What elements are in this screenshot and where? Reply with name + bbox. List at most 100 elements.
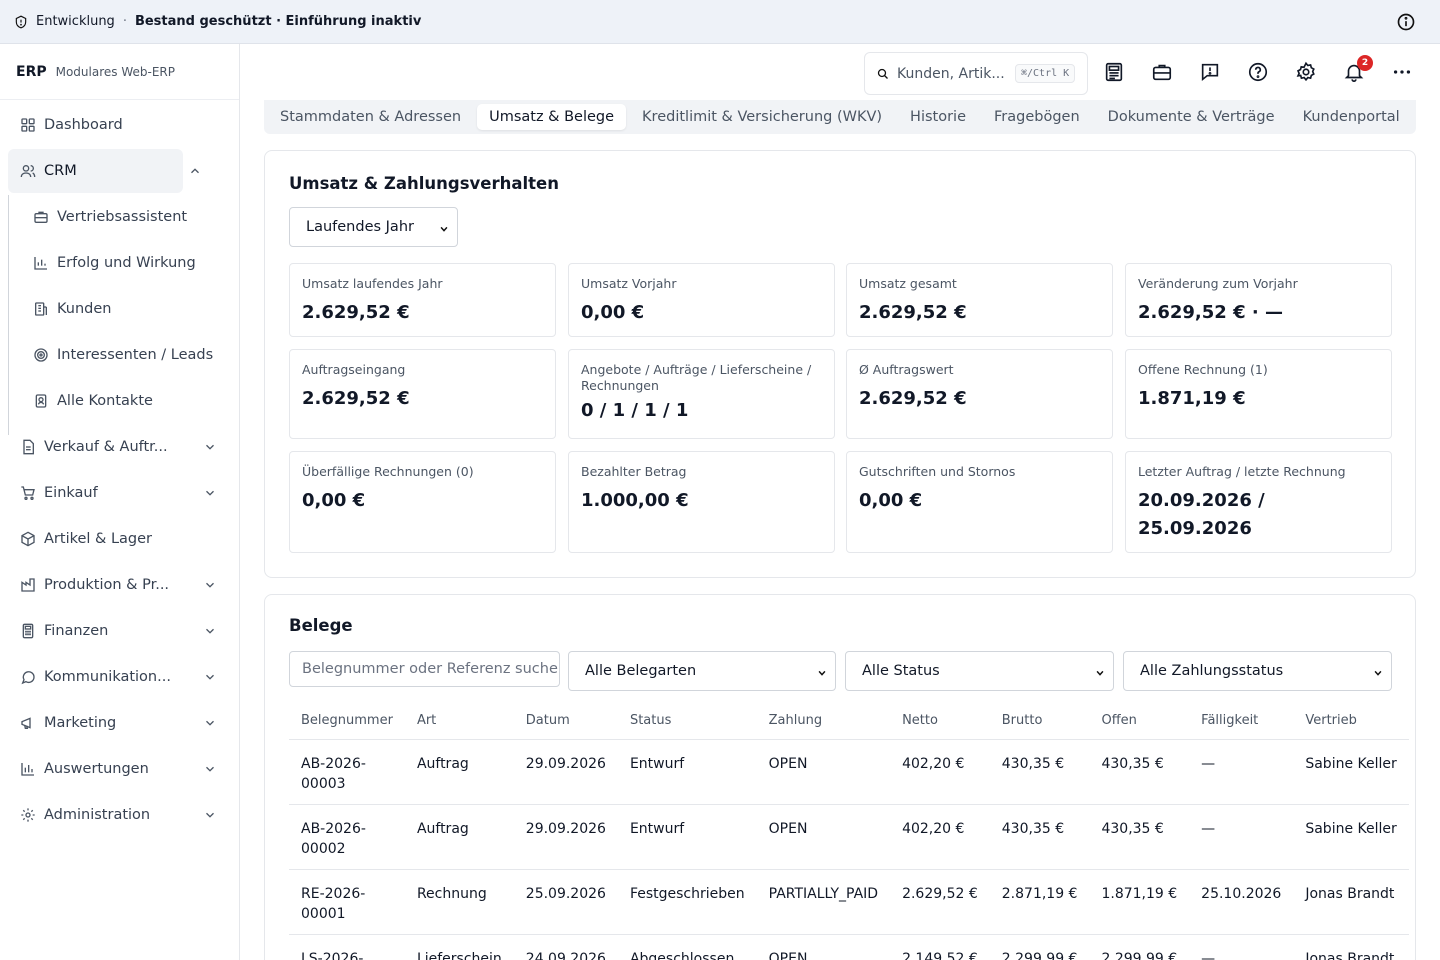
- sidebar-item-einkauf[interactable]: Einkauf: [8, 471, 231, 515]
- kpi-label: Umsatz gesamt: [859, 276, 957, 291]
- info-icon[interactable]: [1396, 12, 1416, 32]
- cell-due: 25.10.2026: [1189, 869, 1294, 935]
- chevron-down-icon[interactable]: [203, 486, 217, 500]
- cell-status: Entwurf: [617, 804, 757, 870]
- help-icon[interactable]: [1247, 61, 1269, 83]
- customer-tabs: Stammdaten & Adressen Umsatz & Belege Kr…: [264, 100, 1416, 134]
- kpi-value: 2.629,52 €: [859, 302, 967, 323]
- sidebar-item-kontakte[interactable]: Alle Kontakte: [21, 379, 231, 423]
- chevron-down-icon[interactable]: [203, 578, 217, 592]
- search-placeholder[interactable]: Kunden, Artik...: [897, 66, 1009, 82]
- cell-date: 24.09.2026: [513, 934, 618, 960]
- settings-icon[interactable]: [1295, 61, 1317, 83]
- chevron-down-icon[interactable]: [203, 716, 217, 730]
- sidebar-item-marketing[interactable]: Marketing: [8, 701, 231, 745]
- cell-sales-rep: Jonas Brandt: [1293, 934, 1409, 960]
- sidebar-item-dashboard[interactable]: Dashboard: [8, 103, 231, 147]
- documents-card: Belege Belegnummer oder Referenz suchen …: [264, 594, 1416, 960]
- sidebar-item-erfolg[interactable]: Erfolg und Wirkung: [21, 241, 231, 285]
- cell-document-number[interactable]: AB-2026-00002: [289, 804, 405, 870]
- main-nav: Dashboard CRM Vertriebsassistent Erfolg …: [0, 101, 239, 839]
- newspaper-icon[interactable]: [1103, 61, 1125, 83]
- chevron-down-icon[interactable]: [203, 624, 217, 638]
- tab-kreditlimit[interactable]: Kreditlimit & Versicherung (WKV): [630, 104, 894, 130]
- cell-type: Rechnung: [404, 869, 514, 935]
- cell-payment: OPEN: [756, 739, 891, 805]
- column-header[interactable]: Art: [404, 703, 514, 740]
- sidebar-item-artikel[interactable]: Artikel & Lager: [8, 517, 231, 561]
- tab-umsatz[interactable]: Umsatz & Belege: [477, 104, 627, 130]
- sidebar-item-kommunikation[interactable]: Kommunikation...: [8, 655, 231, 699]
- sidebar-item-verkauf[interactable]: Verkauf & Auftr...: [8, 425, 231, 469]
- sidebar-item-produktion[interactable]: Produktion & Pr...: [8, 563, 231, 607]
- shield-icon: [14, 15, 28, 29]
- column-header[interactable]: Datum: [513, 703, 618, 740]
- document-search-input[interactable]: Belegnummer oder Referenz suchen: [289, 651, 560, 687]
- kpi-card: Umsatz Vorjahr 0,00 €: [568, 263, 835, 337]
- tab-frageboegen[interactable]: Fragebögen: [982, 104, 1092, 130]
- chevron-down-icon[interactable]: [203, 440, 217, 454]
- document-status-select[interactable]: Alle Status: [845, 651, 1114, 691]
- table-row[interactable]: AB-2026-00003 Auftrag 29.09.2026 Entwurf…: [289, 739, 1409, 805]
- kpi-label: Letzter Auftrag / letzte Rechnung: [1138, 464, 1346, 479]
- section-title: Belege: [289, 616, 353, 635]
- column-header[interactable]: Offen: [1089, 703, 1190, 740]
- tab-dokumente[interactable]: Dokumente & Verträge: [1096, 104, 1287, 130]
- column-header[interactable]: Vertrieb: [1293, 703, 1409, 740]
- more-icon[interactable]: [1391, 61, 1413, 83]
- sidebar-item-label: Artikel & Lager: [44, 531, 152, 547]
- sidebar-item-label: Kommunikation...: [44, 669, 171, 685]
- cell-document-number[interactable]: LS-2026-00001: [289, 934, 405, 960]
- table-row[interactable]: RE-2026-00001 Rechnung 25.09.2026 Festge…: [289, 869, 1409, 935]
- sidebar-item-administration[interactable]: Administration: [8, 793, 231, 837]
- column-header[interactable]: Netto: [890, 703, 990, 740]
- cell-payment: OPEN: [756, 804, 891, 870]
- tab-stammdaten[interactable]: Stammdaten & Adressen: [268, 104, 473, 130]
- separator: ·: [122, 14, 127, 29]
- column-header[interactable]: Belegnummer: [289, 703, 405, 740]
- table-row[interactable]: AB-2026-00002 Auftrag 29.09.2026 Entwurf…: [289, 804, 1409, 870]
- table-header: Belegnummer Art Datum Status Zahlung Net…: [289, 703, 1409, 740]
- sidebar-item-kunden[interactable]: Kunden: [21, 287, 231, 331]
- chevron-down-icon[interactable]: [203, 762, 217, 776]
- cell-document-number[interactable]: AB-2026-00003: [289, 739, 405, 805]
- bar-chart-icon: [20, 761, 36, 777]
- global-search[interactable]: Kunden, Artik... ⌘/Ctrl K: [864, 52, 1088, 95]
- column-header[interactable]: Fälligkeit: [1189, 703, 1294, 740]
- sidebar-item-crm[interactable]: CRM: [8, 149, 199, 193]
- payment-status-select[interactable]: Alle Zahlungsstatus: [1123, 651, 1392, 691]
- tab-kundenportal[interactable]: Kundenportal: [1291, 104, 1412, 130]
- period-select[interactable]: Laufendes Jahr: [289, 207, 458, 247]
- document-type-select[interactable]: Alle Belegarten: [568, 651, 836, 691]
- sidebar-item-label: Verkauf & Auftr...: [44, 439, 168, 455]
- kpi-card: Offene Rechnung (1) 1.871,19 €: [1125, 349, 1392, 439]
- column-header[interactable]: Brutto: [989, 703, 1090, 740]
- revenue-card: Umsatz & Zahlungsverhalten Laufendes Jah…: [264, 150, 1416, 578]
- target-icon: [33, 347, 49, 363]
- cell-document-number[interactable]: RE-2026-00001: [289, 869, 405, 935]
- sidebar-item-vertriebsassistent[interactable]: Vertriebsassistent: [21, 195, 231, 239]
- sidebar-item-leads[interactable]: Interessenten / Leads: [21, 333, 231, 377]
- kpi-value: 0,00 €: [859, 490, 923, 511]
- table-row[interactable]: LS-2026-00001 Lieferschein 24.09.2026 Ab…: [289, 934, 1409, 960]
- feedback-icon[interactable]: [1199, 61, 1221, 83]
- briefcase-icon: [33, 209, 49, 225]
- bell-icon[interactable]: 2: [1343, 55, 1373, 83]
- tab-historie[interactable]: Historie: [898, 104, 978, 130]
- kpi-value: 0,00 €: [302, 490, 366, 511]
- chevron-down-icon[interactable]: [203, 808, 217, 822]
- briefcase-icon[interactable]: [1151, 61, 1173, 83]
- brand[interactable]: ERP Modulares Web-ERP: [0, 44, 239, 100]
- column-header[interactable]: Zahlung: [756, 703, 891, 740]
- cell-type: Lieferschein: [404, 934, 514, 960]
- chevron-down-icon[interactable]: [203, 670, 217, 684]
- sidebar-item-finanzen[interactable]: Finanzen: [8, 609, 231, 653]
- chevron-up-icon[interactable]: [188, 164, 202, 178]
- sidebar-item-auswertungen[interactable]: Auswertungen: [8, 747, 231, 791]
- kpi-label: Ø Auftragswert: [859, 362, 954, 377]
- box-icon: [20, 531, 36, 547]
- users-icon: [20, 163, 36, 179]
- column-header[interactable]: Status: [617, 703, 757, 740]
- cell-payment: PARTIALLY_PAID: [756, 869, 891, 935]
- kpi-value: 1.871,19 €: [1138, 388, 1246, 409]
